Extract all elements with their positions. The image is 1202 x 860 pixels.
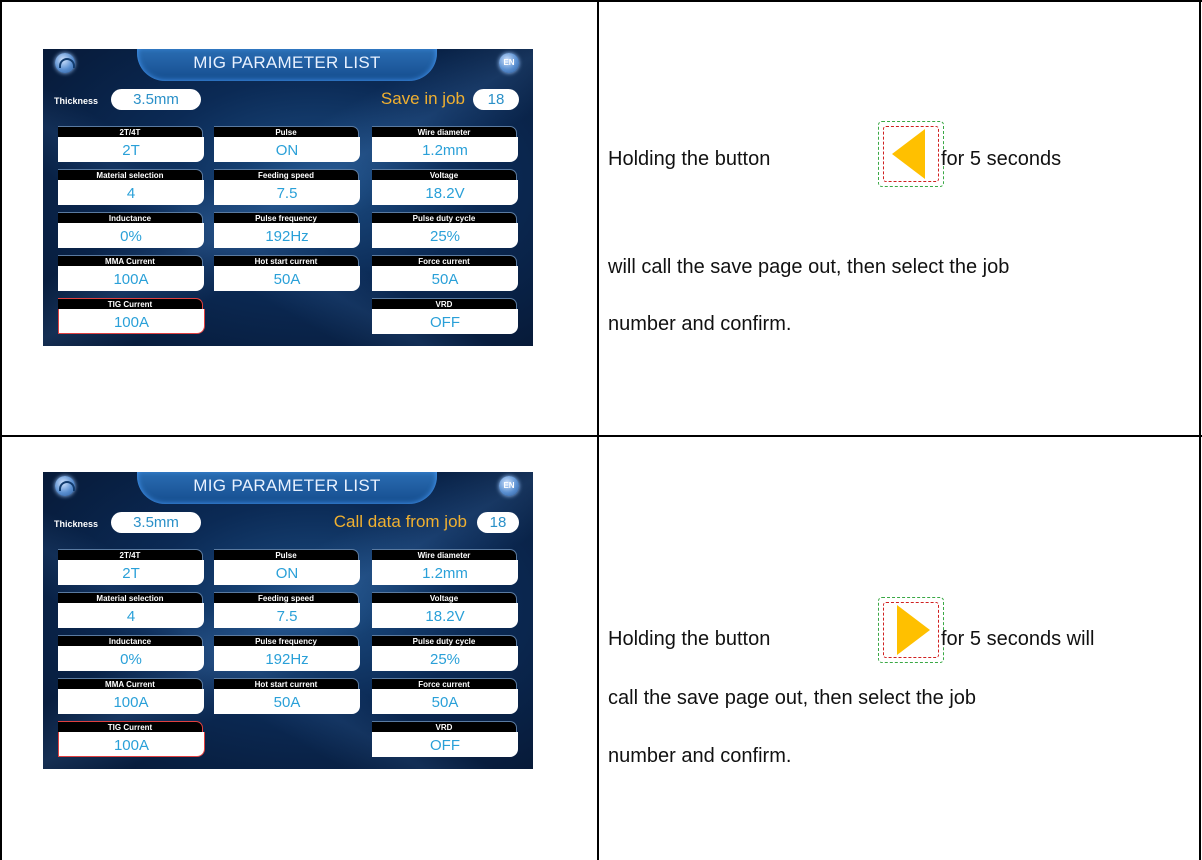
- thickness-label: Thickness: [54, 96, 99, 106]
- thickness-value[interactable]: 3.5mm: [111, 512, 201, 533]
- param-2t4t[interactable]: 2T/4T 2T: [58, 549, 206, 587]
- instruction-line-1b: for 5 seconds will: [941, 628, 1095, 650]
- table-border-right: [1199, 0, 1201, 860]
- param-mma-current[interactable]: MMA Current 100A: [58, 678, 206, 716]
- param-pulse[interactable]: Pulse ON: [214, 549, 362, 587]
- param-pulse[interactable]: Pulse ON: [214, 126, 362, 164]
- title-bar: MIG PARAMETER LIST: [137, 49, 437, 81]
- thickness-label: Thickness: [54, 519, 99, 529]
- param-material-selection[interactable]: Material selection 4: [58, 592, 206, 630]
- instruction-line-3: number and confirm.: [608, 313, 792, 335]
- instruction-line-3: number and confirm.: [608, 745, 792, 767]
- param-pulse-frequency[interactable]: Pulse frequency 192Hz: [214, 212, 362, 250]
- instruction-line-1a: Holding the button: [608, 628, 771, 650]
- param-force-current[interactable]: Force current 50A: [372, 678, 520, 716]
- job-number[interactable]: 18: [473, 89, 519, 110]
- row-1-text-cell: Holding the button for 5 seconds will ca…: [599, 2, 1199, 435]
- param-tig-current[interactable]: TIG Current 100A: [58, 298, 206, 336]
- row-2-text-cell: Holding the button for 5 seconds will ca…: [599, 437, 1199, 860]
- instruction-line-1a: Holding the button: [608, 148, 771, 170]
- left-arrow-icon[interactable]: [878, 121, 944, 187]
- param-force-current[interactable]: Force current 50A: [372, 255, 520, 293]
- screen-title: MIG PARAMETER LIST: [193, 53, 381, 72]
- param-voltage[interactable]: Voltage 18.2V: [372, 169, 520, 207]
- param-voltage[interactable]: Voltage 18.2V: [372, 592, 520, 630]
- job-number[interactable]: 18: [477, 512, 519, 533]
- param-hot-start-current[interactable]: Hot start current 50A: [214, 255, 362, 293]
- parameter-screen: MIG PARAMETER LIST EN Thickness 3.5mm Ca…: [43, 472, 533, 769]
- param-hot-start-current[interactable]: Hot start current 50A: [214, 678, 362, 716]
- thickness-value[interactable]: 3.5mm: [111, 89, 201, 110]
- param-pulse-duty-cycle[interactable]: Pulse duty cycle 25%: [372, 635, 520, 673]
- instruction-line-1b: for 5 seconds: [941, 148, 1062, 170]
- instruction-line-2: call the save page out, then select the …: [608, 687, 977, 709]
- param-wire-diameter[interactable]: Wire diameter 1.2mm: [372, 549, 520, 587]
- param-wire-diameter[interactable]: Wire diameter 1.2mm: [372, 126, 520, 164]
- param-tig-current[interactable]: TIG Current 100A: [58, 721, 206, 759]
- instruction-line-2: will call the save page out, then select…: [608, 256, 1010, 278]
- title-bar: MIG PARAMETER LIST: [137, 472, 437, 504]
- param-feeding-speed[interactable]: Feeding speed 7.5: [214, 592, 362, 630]
- param-vrd[interactable]: VRD OFF: [372, 721, 520, 759]
- document-table: MIG PARAMETER LIST EN Thickness 3.5mm Sa…: [0, 0, 1202, 860]
- job-label: Call data from job: [333, 512, 467, 531]
- param-pulse-frequency[interactable]: Pulse frequency 192Hz: [214, 635, 362, 673]
- back-icon[interactable]: [55, 476, 75, 496]
- param-mma-current[interactable]: MMA Current 100A: [58, 255, 206, 293]
- param-material-selection[interactable]: Material selection 4: [58, 169, 206, 207]
- param-2t4t[interactable]: 2T/4T 2T: [58, 126, 206, 164]
- param-feeding-speed[interactable]: Feeding speed 7.5: [214, 169, 362, 207]
- row-2-image-cell: MIG PARAMETER LIST EN Thickness 3.5mm Ca…: [2, 437, 597, 860]
- param-pulse-duty-cycle[interactable]: Pulse duty cycle 25%: [372, 212, 520, 250]
- back-icon[interactable]: [55, 53, 75, 73]
- job-label: Save in job: [380, 89, 465, 108]
- param-inductance[interactable]: Inductance 0%: [58, 635, 206, 673]
- language-icon[interactable]: EN: [499, 53, 519, 73]
- screen-title: MIG PARAMETER LIST: [193, 476, 381, 495]
- param-inductance[interactable]: Inductance 0%: [58, 212, 206, 250]
- row-1-image-cell: MIG PARAMETER LIST EN Thickness 3.5mm Sa…: [2, 2, 597, 435]
- right-arrow-icon[interactable]: [878, 597, 944, 663]
- language-icon[interactable]: EN: [499, 476, 519, 496]
- param-vrd[interactable]: VRD OFF: [372, 298, 520, 336]
- parameter-screen: MIG PARAMETER LIST EN Thickness 3.5mm Sa…: [43, 49, 533, 346]
